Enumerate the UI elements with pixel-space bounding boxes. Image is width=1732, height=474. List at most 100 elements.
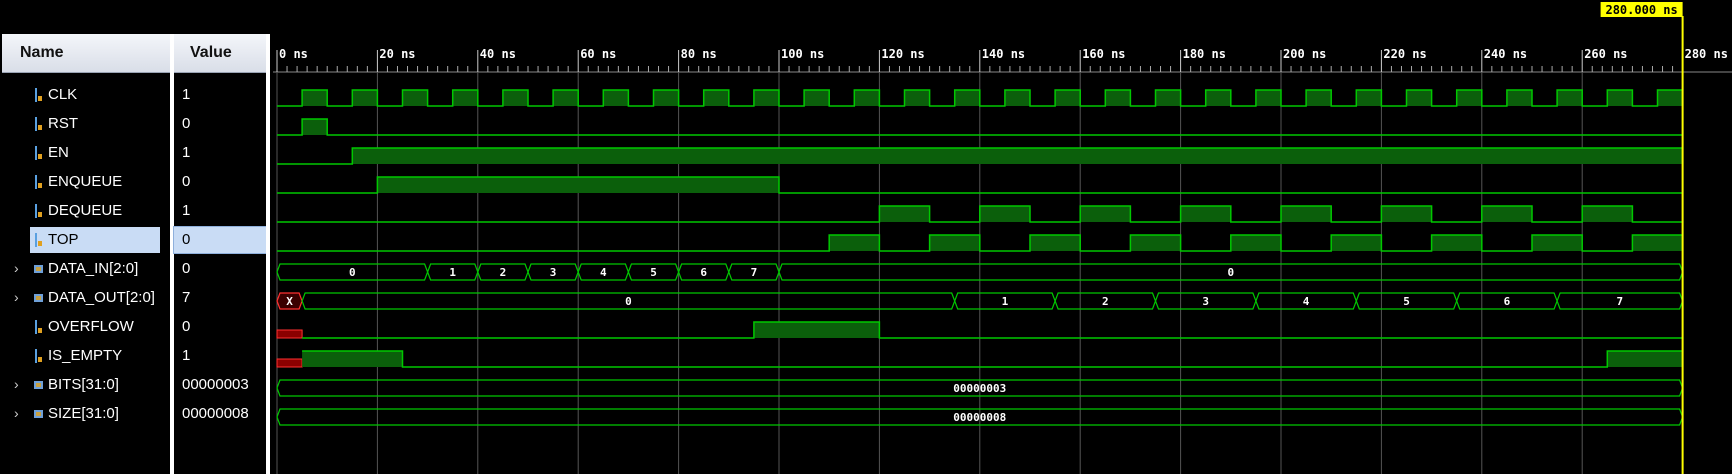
waveform-area[interactable]: 0 ns 20 ns 40 ns 60 ns 80 ns 100 ns 120 ns 140 … — [273, 0, 1732, 474]
high-level-fill — [1632, 235, 1683, 251]
signal-name-label: DATA_IN[2:0] — [48, 260, 139, 277]
signal-row-dequeue[interactable]: DEQUEUE — [2, 198, 170, 224]
signal-value-text: 0 — [182, 260, 191, 277]
signal-value-top[interactable]: 0 — [173, 226, 267, 254]
high-level-fill — [302, 351, 403, 367]
signal-value-column: Value 1 0 1 0 1 0 0 7 0 1 00000003 00000008 — [173, 34, 267, 474]
signal-row-is-empty[interactable]: IS_EMPTY — [2, 343, 170, 369]
signal-value-overflow[interactable]: 0 — [174, 314, 266, 340]
signal-value-data-in[interactable]: 0 — [174, 256, 266, 282]
high-level-fill — [753, 322, 880, 338]
signal-name-label: EN — [48, 144, 69, 161]
high-level-fill — [1406, 90, 1432, 106]
bus-value-label: 5 — [1403, 295, 1410, 308]
signal-value-data-out[interactable]: 7 — [174, 285, 266, 311]
high-level-fill — [452, 90, 478, 106]
ruler-tick-label: 20 ns — [379, 47, 415, 61]
signal-value-text: 1 — [182, 86, 191, 103]
timeline-ruler — [273, 0, 1732, 72]
signal-value-clk[interactable]: 1 — [174, 82, 266, 108]
high-level-fill — [352, 148, 1683, 164]
bus-signal-icon — [34, 265, 43, 273]
expand-chevron-icon[interactable]: › — [14, 405, 19, 421]
high-level-fill — [1607, 90, 1633, 106]
bus-value-label: 00000003 — [953, 382, 1006, 395]
signal-value-dequeue[interactable]: 1 — [174, 198, 266, 224]
signal-row-overflow[interactable]: OVERFLOW — [2, 314, 170, 340]
signal-value-is-empty[interactable]: 1 — [174, 343, 266, 369]
expand-chevron-icon[interactable]: › — [14, 289, 19, 305]
high-level-fill — [1281, 206, 1332, 222]
bus-value-label: 7 — [1617, 295, 1624, 308]
high-level-fill — [1180, 206, 1231, 222]
signal-value-text: 0 — [182, 318, 191, 335]
signal-value-text: 00000008 — [182, 405, 249, 422]
signal-row-data-out[interactable]: › DATA_OUT[2:0] — [2, 285, 170, 311]
ruler-tick-label: 180 ns — [1183, 47, 1226, 61]
signal-value-text: 1 — [182, 202, 191, 219]
name-column-header[interactable]: Name — [2, 34, 170, 73]
waveform-viewer: Name CLK RST EN ENQUEUE DEQUEUE TOP › DATA_IN[2… — [0, 0, 1732, 474]
signal-value-text: 1 — [182, 144, 191, 161]
signal-value-en[interactable]: 1 — [174, 140, 266, 166]
ruler-tick-label: 160 ns — [1082, 47, 1125, 61]
wire-signal-icon — [35, 146, 42, 160]
signal-name-column: Name CLK RST EN ENQUEUE DEQUEUE TOP › DATA_IN[2… — [2, 34, 170, 474]
signal-row-data-in[interactable]: › DATA_IN[2:0] — [2, 256, 170, 282]
value-column-header[interactable]: Value — [174, 34, 266, 73]
high-level-fill — [804, 90, 830, 106]
signal-row-rst[interactable]: RST — [2, 111, 170, 137]
high-level-fill — [829, 235, 880, 251]
signal-row-enqueue[interactable]: ENQUEUE — [2, 169, 170, 195]
signal-value-size[interactable]: 00000008 — [174, 401, 266, 427]
signal-row-clk[interactable]: CLK — [2, 82, 170, 108]
signal-value-text: 0 — [182, 231, 191, 248]
name-header-label: Name — [20, 44, 64, 61]
wire-signal-icon — [35, 204, 42, 218]
high-level-fill — [1004, 90, 1030, 106]
high-level-fill — [553, 90, 579, 106]
bus-value-label: 4 — [1303, 295, 1310, 308]
ruler-tick-label: 280 ns — [1685, 47, 1728, 61]
signal-row-en[interactable]: EN — [2, 140, 170, 166]
signal-name-label: ENQUEUE — [48, 173, 123, 190]
cursor-time-label: 280.000 ns — [1605, 3, 1677, 17]
signal-name-label: OVERFLOW — [48, 318, 134, 335]
high-level-fill — [1557, 90, 1583, 106]
signal-value-bits[interactable]: 00000003 — [174, 372, 266, 398]
expand-chevron-icon[interactable]: › — [14, 260, 19, 276]
high-level-fill — [1431, 235, 1482, 251]
signal-row-top[interactable]: TOP — [30, 227, 160, 253]
bus-value-label: 0 — [349, 266, 356, 279]
high-level-fill — [879, 206, 930, 222]
signal-row-bits[interactable]: › BITS[31:0] — [2, 372, 170, 398]
high-level-fill — [703, 90, 729, 106]
high-level-fill — [753, 90, 779, 106]
high-level-fill — [302, 90, 328, 106]
high-level-fill — [929, 235, 980, 251]
high-level-fill — [854, 90, 880, 106]
signal-value-enqueue[interactable]: 0 — [174, 169, 266, 195]
wave-trace-dequeue — [277, 205, 1683, 223]
high-level-fill — [954, 90, 980, 106]
expand-chevron-icon[interactable]: › — [14, 376, 19, 392]
ruler-tick-label: 120 ns — [881, 47, 924, 61]
ruler-tick-label: 240 ns — [1484, 47, 1527, 61]
ruler-tick-label: 100 ns — [781, 47, 824, 61]
bus-signal-icon — [34, 410, 43, 418]
high-level-fill — [1607, 351, 1683, 367]
wave-splitter[interactable] — [266, 34, 270, 474]
signal-row-size[interactable]: › SIZE[31:0] — [2, 401, 170, 427]
high-level-fill — [1532, 235, 1583, 251]
wave-trace-is_empty — [302, 350, 1683, 368]
high-level-fill — [1155, 90, 1181, 106]
wire-signal-icon — [35, 117, 42, 131]
signal-name-label: RST — [48, 115, 78, 132]
signal-value-text: 0 — [182, 173, 191, 190]
bus-value-label: 7 — [751, 266, 758, 279]
high-level-fill — [1255, 90, 1281, 106]
signal-value-text: 1 — [182, 347, 191, 364]
bus-value-label: 6 — [700, 266, 707, 279]
signal-value-rst[interactable]: 0 — [174, 111, 266, 137]
signal-name-label: DATA_OUT[2:0] — [48, 289, 155, 306]
